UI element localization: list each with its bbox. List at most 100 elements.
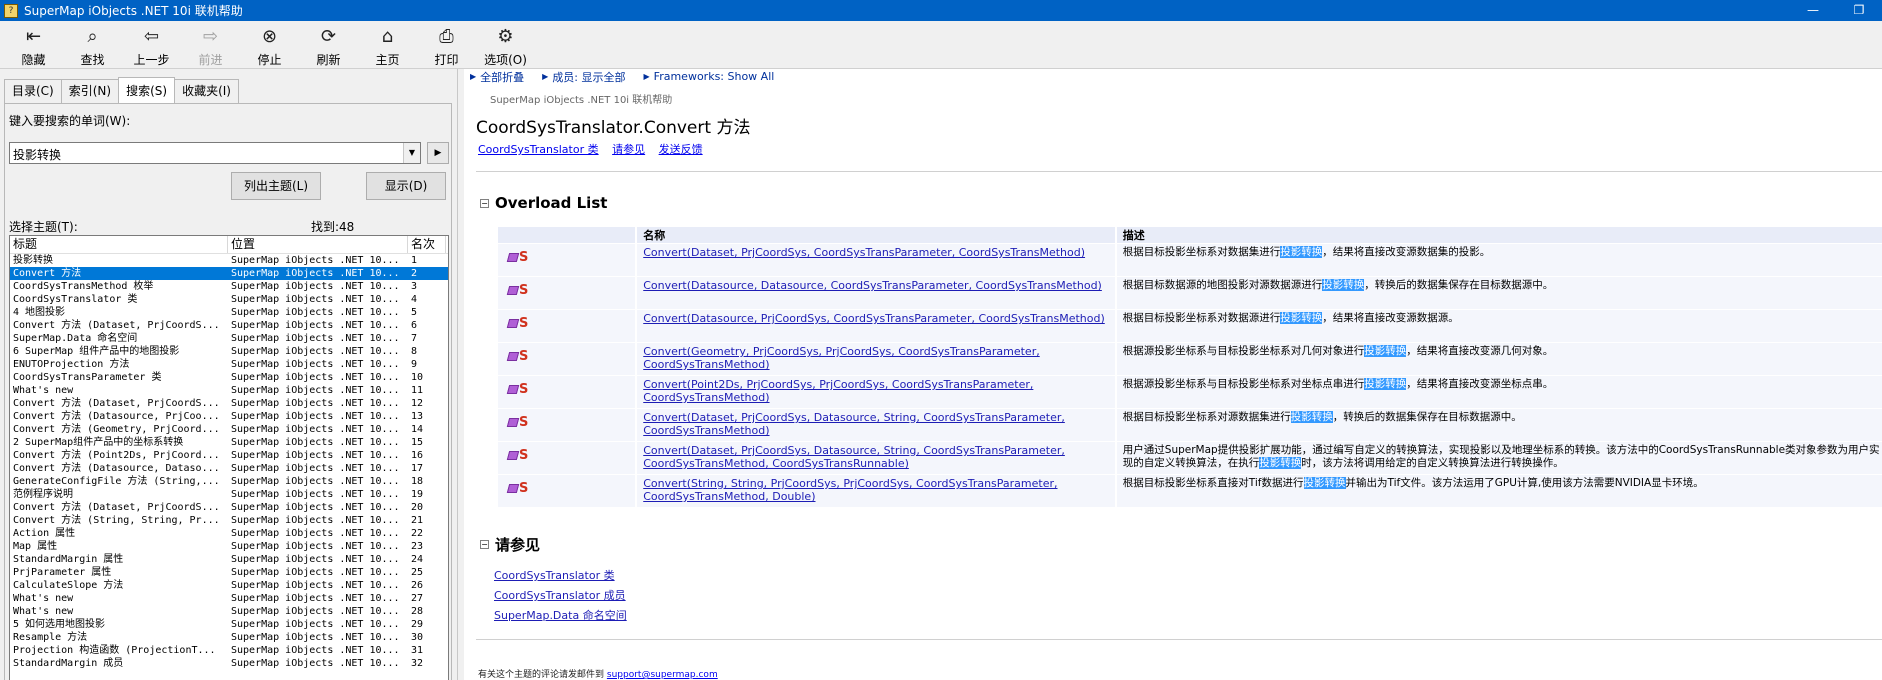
result-row[interactable]: 投影转换 SuperMap iObjects .NET 10... 1 bbox=[10, 254, 448, 267]
frameworks-filter-link[interactable]: ▶ Frameworks: Show All bbox=[644, 70, 775, 83]
result-row[interactable]: CalculateSlope 方法 SuperMap iObjects .NET … bbox=[10, 579, 448, 592]
stop-button[interactable]: ⊗ 停止 bbox=[240, 21, 299, 69]
print-button[interactable]: ⎙ 打印 bbox=[417, 21, 476, 69]
see-also-namespace-link[interactable]: SuperMap.Data 命名空间 bbox=[494, 607, 627, 627]
see-also-members-link[interactable]: CoordSysTranslator 成员 bbox=[494, 587, 627, 607]
options-button[interactable]: ⚙ 选项(O) bbox=[476, 21, 535, 69]
hide-label: 隐藏 bbox=[21, 53, 46, 67]
result-row[interactable]: SuperMap.Data 命名空间 SuperMap iObjects .NET… bbox=[10, 332, 448, 345]
minimize-button[interactable]: — bbox=[1790, 0, 1836, 21]
result-row[interactable]: CoordSysTranslator 类 SuperMap iObjects .N… bbox=[10, 293, 448, 306]
result-title: Map 属性 bbox=[13, 541, 58, 552]
result-row[interactable]: Convert 方法 (Datasource, PrjCoo... SuperMa… bbox=[10, 410, 448, 423]
overload-name-link[interactable]: Convert(Datasource, PrjCoordSys, CoordSy… bbox=[637, 310, 1115, 342]
result-row[interactable]: Convert 方法 (Point2Ds, PrjCoord... SuperMa… bbox=[10, 449, 448, 462]
collapse-toggle-icon[interactable]: − bbox=[480, 540, 489, 549]
overload-name-link[interactable]: Convert(String, String, PrjCoordSys, Prj… bbox=[637, 475, 1115, 507]
go-arrow-button[interactable]: ▶ bbox=[427, 142, 449, 164]
result-row[interactable]: What's new SuperMap iObjects .NET 10... 27 bbox=[10, 592, 448, 605]
tab-favorites[interactable]: 收藏夹(I) bbox=[174, 79, 239, 103]
column-header-rank[interactable]: 名次 bbox=[408, 236, 446, 253]
restore-button[interactable]: ❐ bbox=[1836, 0, 1882, 21]
overload-description: 根据目标投影坐标系对数据源进行投影转换，结果将直接改变源数据源。 bbox=[1116, 310, 1882, 342]
result-row[interactable]: Convert 方法 (Dataset, PrjCoordS... SuperMa… bbox=[10, 397, 448, 410]
overload-name-link[interactable]: Convert(Point2Ds, PrjCoordSys, PrjCoordS… bbox=[637, 376, 1115, 408]
result-row[interactable]: Map 属性 SuperMap iObjects .NET 10... 23 bbox=[10, 540, 448, 553]
refresh-button[interactable]: ⟳ 刷新 bbox=[299, 21, 358, 69]
result-rank: 25 bbox=[411, 567, 424, 578]
result-row[interactable]: GenerateConfigFile 方法 (String,... SuperMa… bbox=[10, 475, 448, 488]
result-row[interactable]: Resample 方法 SuperMap iObjects .NET 10... 3… bbox=[10, 631, 448, 644]
result-row[interactable]: 6 SuperMap 组件产品中的地图投影 SuperMap iObjects .… bbox=[10, 345, 448, 358]
search-results-list[interactable]: 标题 位置 名次 投影转换 SuperMap iObjects .NET 10..… bbox=[9, 235, 449, 680]
overload-name-link[interactable]: Convert(Dataset, PrjCoordSys, CoordSysTr… bbox=[637, 244, 1115, 276]
list-topics-button[interactable]: 列出主题(L) bbox=[231, 172, 321, 200]
result-title: 投影转换 bbox=[13, 255, 53, 266]
nav-tabs: 目录(C) 索引(N) 搜索(S) 收藏夹(I) bbox=[4, 77, 239, 103]
overload-row: S Convert(Dataset, PrjCoordSys, Datasourc… bbox=[498, 409, 1882, 441]
result-row[interactable]: CoordSysTransParameter 类 SuperMap iObject… bbox=[10, 371, 448, 384]
description-text: 并输出为Tif文件。该方法运用了GPU计算,使用该方法需要NVIDIA显卡环境。 bbox=[1345, 477, 1704, 489]
send-feedback-link[interactable]: 发送反馈 bbox=[659, 143, 703, 156]
result-row[interactable]: Convert 方法 (Dataset, PrjCoordS... SuperMa… bbox=[10, 319, 448, 332]
result-row[interactable]: 范例程序说明 SuperMap iObjects .NET 10... 19 bbox=[10, 488, 448, 501]
home-button[interactable]: ⌂ 主页 bbox=[358, 21, 417, 69]
see-also-class-link[interactable]: CoordSysTranslator 类 bbox=[494, 567, 627, 587]
result-row[interactable]: Action 属性 SuperMap iObjects .NET 10... 22 bbox=[10, 527, 448, 540]
result-row[interactable]: PrjParameter 属性 SuperMap iObjects .NET 10… bbox=[10, 566, 448, 579]
see-also-heading[interactable]: − 请参见 bbox=[480, 534, 540, 555]
result-row[interactable]: Convert 方法 (Datasource, Dataso... SuperMa… bbox=[10, 462, 448, 475]
result-row[interactable]: 4 地图投影 SuperMap iObjects .NET 10... 5 bbox=[10, 306, 448, 319]
forward-label: 前进 bbox=[198, 53, 223, 67]
result-row[interactable]: Convert 方法 (Geometry, PrjCoord... SuperMa… bbox=[10, 423, 448, 436]
result-row[interactable]: 2 SuperMap组件产品中的坐标系转换 SuperMap iObjects .… bbox=[10, 436, 448, 449]
overload-name-link[interactable]: Convert(Geometry, PrjCoordSys, PrjCoordS… bbox=[637, 343, 1115, 375]
result-row[interactable]: What's new SuperMap iObjects .NET 10... 28 bbox=[10, 605, 448, 618]
overload-name-link[interactable]: Convert(Dataset, PrjCoordSys, Datasource… bbox=[637, 409, 1115, 441]
keyword-input[interactable]: 投影转换 bbox=[13, 146, 61, 163]
result-row[interactable]: Projection 构造函数 (ProjectionT... SuperMap … bbox=[10, 644, 448, 657]
overload-description: 根据目标投影坐标系对数据集进行投影转换，结果将直接改变源数据集的投影。 bbox=[1116, 244, 1882, 276]
result-row[interactable]: Convert 方法 (Dataset, PrjCoordS... SuperMa… bbox=[10, 501, 448, 514]
overload-name-link[interactable]: Convert(Dataset, PrjCoordSys, Datasource… bbox=[637, 442, 1115, 474]
description-text: 根据源投影坐标系与目标投影坐标系对几何对象进行 bbox=[1122, 345, 1365, 357]
result-row[interactable]: What's new SuperMap iObjects .NET 10... 11 bbox=[10, 384, 448, 397]
result-rank: 2 bbox=[411, 268, 418, 279]
result-title: ENUTOProjection 方法 bbox=[13, 359, 130, 370]
see-also-link[interactable]: 请参见 bbox=[612, 143, 645, 156]
tab-index[interactable]: 索引(N) bbox=[60, 79, 120, 103]
back-arrow-icon: ⇦ bbox=[143, 26, 160, 47]
options-icon: ⚙ bbox=[497, 26, 514, 47]
column-header-title[interactable]: 标题 bbox=[10, 236, 228, 253]
find-button[interactable]: ⌕ 查找 bbox=[63, 21, 122, 69]
hide-button[interactable]: ⇤ 隐藏 bbox=[4, 21, 63, 69]
result-row[interactable]: 5 如何选用地图投影 SuperMap iObjects .NET 10... 29 bbox=[10, 618, 448, 631]
display-button[interactable]: 显示(D) bbox=[366, 172, 446, 200]
forward-button[interactable]: ⇨ 前进 bbox=[181, 21, 240, 69]
column-header-location[interactable]: 位置 bbox=[228, 236, 408, 253]
overload-row: S Convert(Datasource, Datasource, CoordSy… bbox=[498, 277, 1882, 309]
title-bar: ? SuperMap iObjects .NET 10i 联机帮助 — ❐ bbox=[0, 0, 1882, 21]
result-row[interactable]: StandardMargin 成员 SuperMap iObjects .NET … bbox=[10, 657, 448, 670]
class-link[interactable]: CoordSysTranslator 类 bbox=[478, 143, 599, 156]
result-location: SuperMap iObjects .NET 10... bbox=[231, 515, 400, 526]
description-text: ，转换后的数据集保存在目标数据源中。 bbox=[1332, 411, 1522, 423]
support-email-link[interactable]: support@supermap.com bbox=[607, 670, 718, 680]
overload-list-heading[interactable]: − Overload List bbox=[480, 194, 607, 212]
collapse-all-link[interactable]: ▶ 全部折叠 bbox=[470, 69, 524, 85]
tab-search[interactable]: 搜索(S) bbox=[118, 77, 176, 103]
result-row[interactable]: Convert 方法 SuperMap iObjects .NET 10... 2 bbox=[10, 267, 448, 280]
result-row[interactable]: ENUTOProjection 方法 SuperMap iObjects .NET… bbox=[10, 358, 448, 371]
tab-contents[interactable]: 目录(C) bbox=[4, 79, 62, 103]
result-rank: 24 bbox=[411, 554, 424, 565]
result-row[interactable]: StandardMargin 属性 SuperMap iObjects .NET … bbox=[10, 553, 448, 566]
back-button[interactable]: ⇦ 上一步 bbox=[122, 21, 181, 69]
keyword-combobox[interactable]: 投影转换 ▼ bbox=[9, 142, 421, 164]
result-location: SuperMap iObjects .NET 10... bbox=[231, 372, 400, 383]
members-filter-link[interactable]: ▶ 成员: 显示全部 bbox=[542, 69, 625, 85]
result-row[interactable]: CoordSysTransMethod 枚举 SuperMap iObjects … bbox=[10, 280, 448, 293]
dropdown-arrow-icon[interactable]: ▼ bbox=[403, 143, 420, 163]
result-row[interactable]: Convert 方法 (String, String, Pr... SuperMa… bbox=[10, 514, 448, 527]
overload-name-link[interactable]: Convert(Datasource, Datasource, CoordSys… bbox=[637, 277, 1115, 309]
collapse-toggle-icon[interactable]: − bbox=[480, 198, 489, 208]
